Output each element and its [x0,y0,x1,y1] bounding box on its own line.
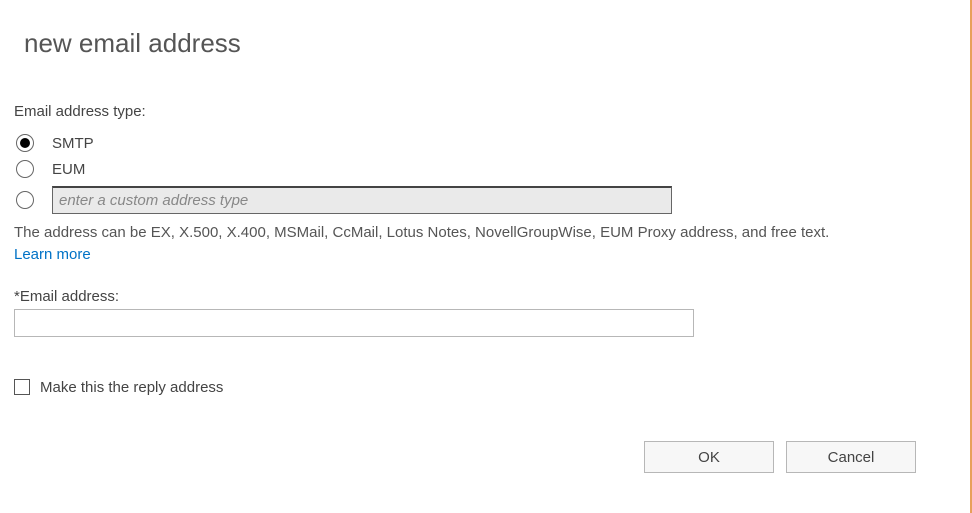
radio-icon [16,134,34,152]
help-text: The address can be EX, X.500, X.400, MSM… [14,222,834,266]
radio-icon [16,160,34,178]
email-address-input[interactable] [14,309,694,337]
radio-icon [16,191,34,209]
dialog-buttons: OK Cancel [644,441,916,473]
checkbox-icon [14,379,30,395]
reply-address-checkbox-row[interactable]: Make this the reply address [14,379,956,396]
radio-label-smtp: SMTP [52,135,94,152]
ok-button[interactable]: OK [644,441,774,473]
address-type-radio-group: SMTP EUM [14,134,956,214]
address-type-label: Email address type: [14,103,956,120]
custom-address-type-input[interactable] [52,186,672,214]
email-address-label: *Email address: [14,288,956,305]
page-title: new email address [14,28,956,59]
learn-more-link[interactable]: Learn more [14,246,91,263]
help-text-body: The address can be EX, X.500, X.400, MSM… [14,224,829,241]
radio-row-custom[interactable] [14,186,956,214]
radio-row-smtp[interactable]: SMTP [14,134,956,152]
radio-row-eum[interactable]: EUM [14,160,956,178]
radio-selected-icon [20,138,30,148]
radio-label-eum: EUM [52,161,85,178]
cancel-button[interactable]: Cancel [786,441,916,473]
reply-address-label: Make this the reply address [40,379,223,396]
